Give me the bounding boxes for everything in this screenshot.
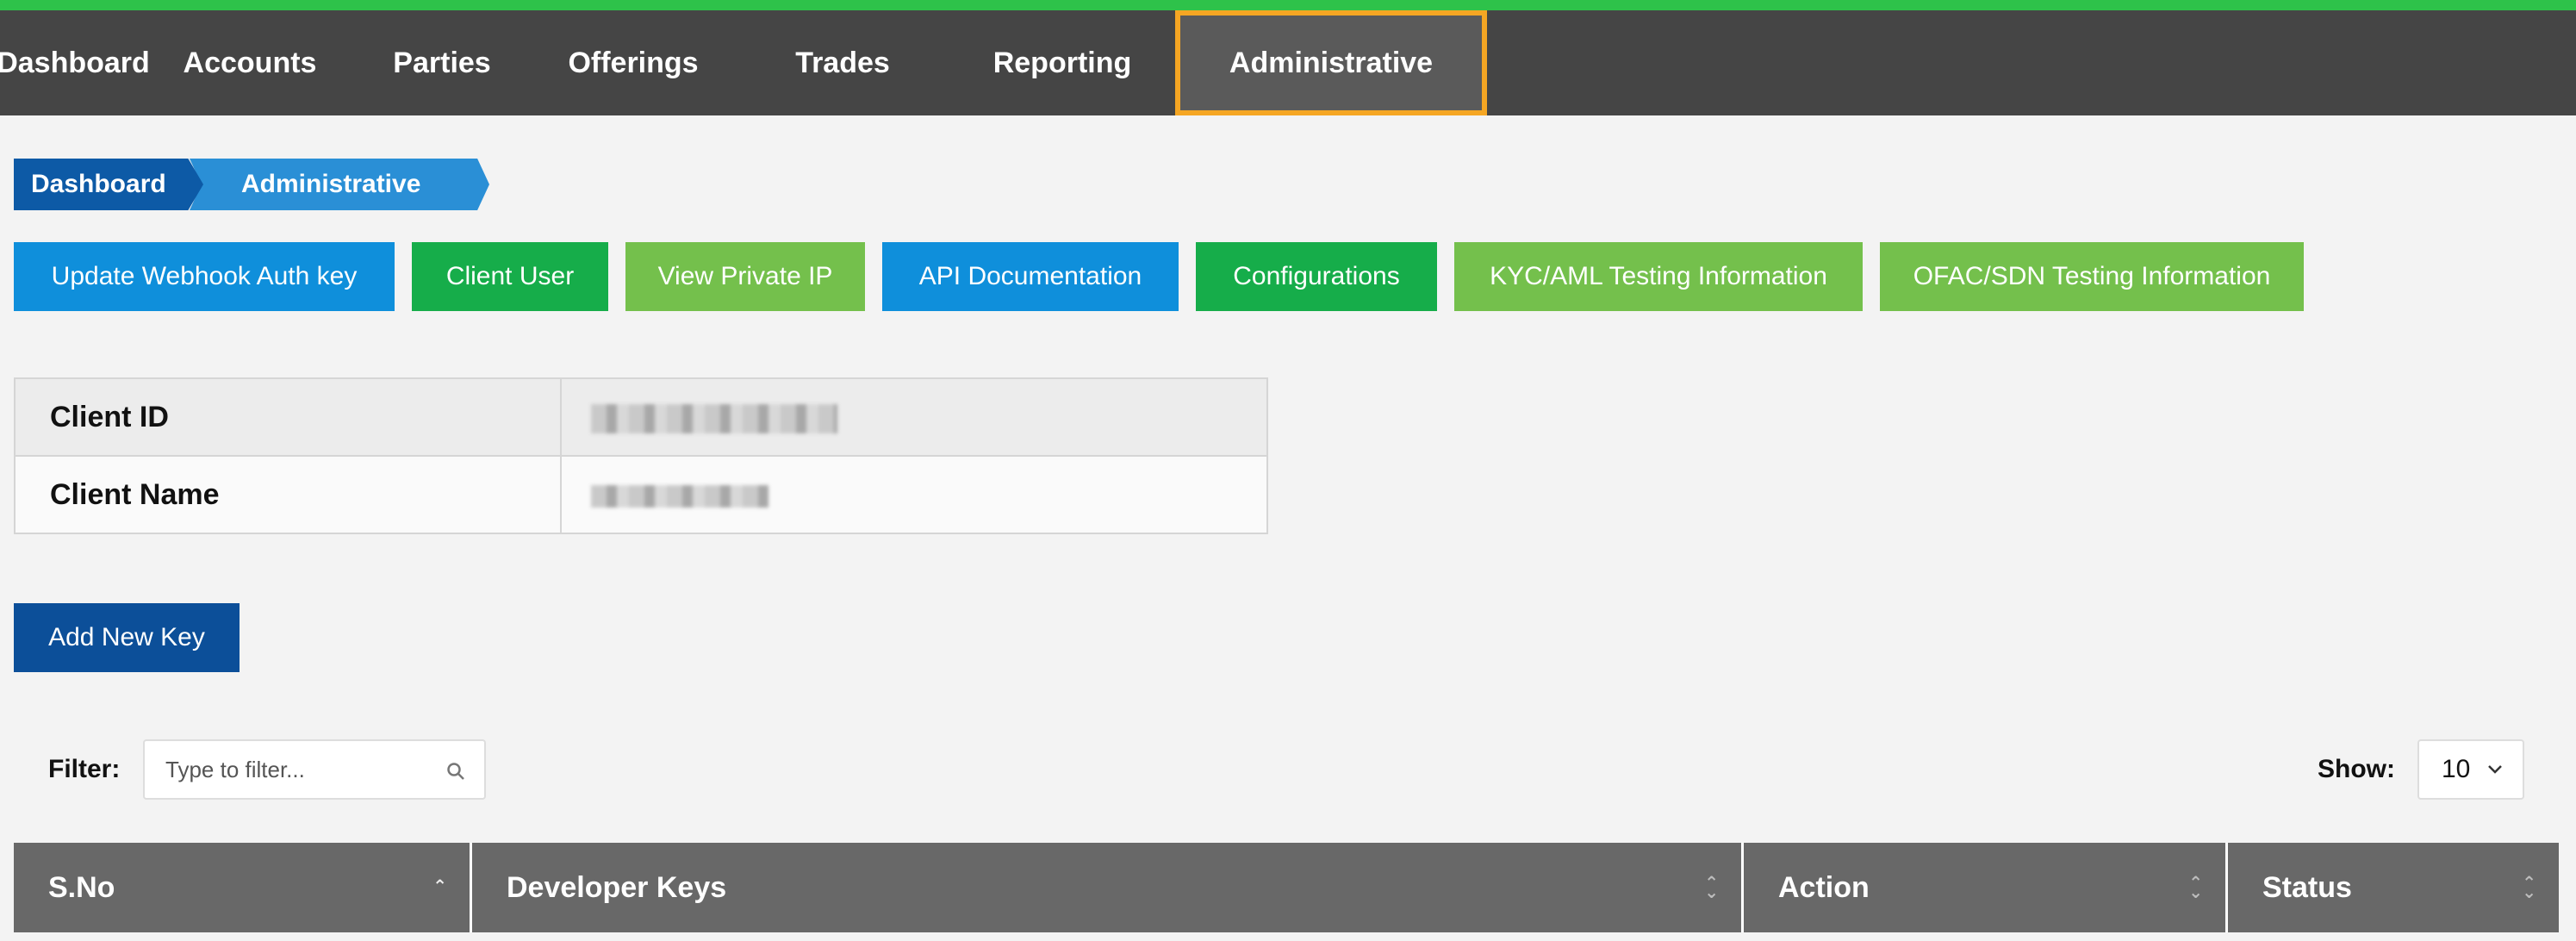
top-accent-line — [0, 0, 2576, 10]
developer-keys-table-header: S.No ⌃ Developer Keys ⌃ ⌄ Action ⌃ ⌄ Statu… — [14, 843, 2559, 932]
client-user-button[interactable]: Client User — [412, 242, 608, 311]
breadcrumb: Dashboard Administrative — [14, 159, 489, 210]
column-developer-keys-label: Developer Keys — [507, 870, 727, 904]
add-new-key-button[interactable]: Add New Key — [14, 603, 240, 672]
client-id-row: Client ID — [14, 377, 1268, 457]
breadcrumb-dashboard[interactable]: Dashboard — [14, 159, 203, 210]
client-id-value — [560, 377, 1268, 457]
client-info-table: Client ID Client Name — [14, 377, 1268, 534]
column-status[interactable]: Status ⌃ ⌄ — [2228, 843, 2559, 932]
sort-icon: ⌃ ⌄ — [2522, 874, 2536, 902]
client-id-label: Client ID — [14, 377, 562, 457]
ofac-sdn-testing-info-button[interactable]: OFAC/SDN Testing Information — [1880, 242, 2304, 311]
show-label: Show: — [2318, 755, 2395, 783]
nav-dashboard[interactable]: Dashboard — [0, 10, 150, 115]
column-developer-keys[interactable]: Developer Keys ⌃ ⌄ — [472, 843, 1744, 932]
filter-input[interactable] — [145, 741, 420, 798]
chevron-down-icon — [2488, 765, 2502, 774]
nav-reporting[interactable]: Reporting — [949, 10, 1175, 115]
configurations-button[interactable]: Configurations — [1196, 242, 1437, 311]
nav-parties[interactable]: Parties — [353, 10, 531, 115]
client-name-row: Client Name — [14, 455, 1268, 534]
page-size-select[interactable]: 10 — [2417, 739, 2524, 800]
column-sno[interactable]: S.No ⌃ — [14, 843, 472, 932]
nav-accounts[interactable]: Accounts — [146, 10, 353, 115]
column-action-label: Action — [1778, 870, 1870, 904]
sort-icon: ⌃ ⌄ — [2188, 874, 2203, 902]
column-action[interactable]: Action ⌃ ⌄ — [1744, 843, 2228, 932]
search-icon — [447, 763, 464, 780]
page-size-value: 10 — [2442, 755, 2471, 783]
breadcrumb-administrative[interactable]: Administrative — [190, 159, 489, 210]
sort-asc-icon: ⌃ — [432, 877, 447, 896]
column-status-label: Status — [2262, 870, 2352, 904]
action-button-row: Update Webhook Auth key Client User View… — [14, 242, 2304, 311]
update-webhook-auth-key-button[interactable]: Update Webhook Auth key — [14, 242, 395, 311]
view-private-ip-button[interactable]: View Private IP — [625, 242, 865, 311]
nav-trades[interactable]: Trades — [736, 10, 949, 115]
kyc-aml-testing-info-button[interactable]: KYC/AML Testing Information — [1454, 242, 1863, 311]
filter-input-wrapper — [143, 739, 486, 800]
client-name-value — [560, 455, 1268, 534]
client-name-label: Client Name — [14, 455, 562, 534]
nav-offerings[interactable]: Offerings — [531, 10, 736, 115]
nav-administrative[interactable]: Administrative — [1175, 10, 1487, 115]
sort-icon: ⌃ ⌄ — [1704, 874, 1719, 902]
top-navigation: Dashboard Accounts Parties Offerings Tra… — [0, 10, 2576, 115]
api-documentation-button[interactable]: API Documentation — [882, 242, 1179, 311]
filter-label: Filter: — [48, 755, 121, 783]
column-sno-label: S.No — [48, 870, 115, 904]
